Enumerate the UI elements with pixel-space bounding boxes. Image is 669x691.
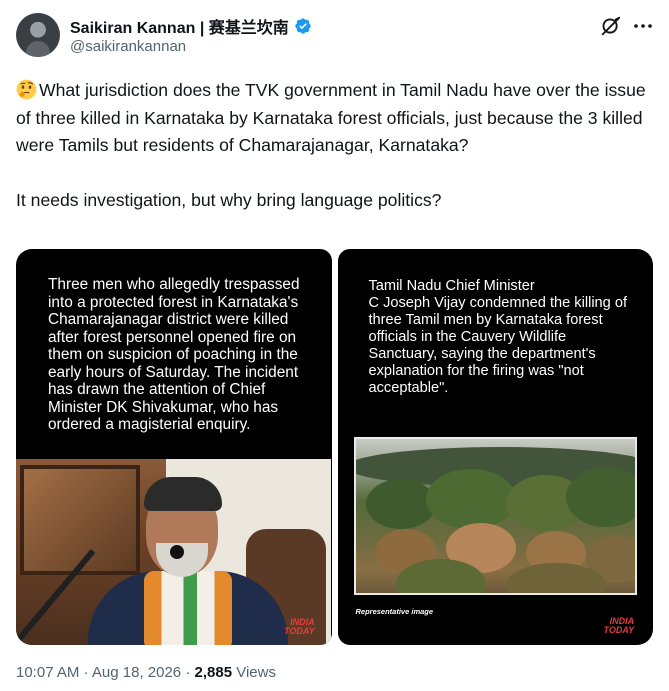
thinking-face-emoji [16,79,37,100]
media-right-text: Tamil Nadu Chief Minister C Joseph Vijay… [369,278,631,397]
meta-separator: · [181,664,195,681]
grok-icon[interactable] [600,15,622,37]
media-image-right[interactable]: Tamil Nadu Chief Minister C Joseph Vijay… [337,249,653,645]
tweet-time[interactable]: 10:07 AM [16,664,79,681]
media-right-text-line-1: Tamil Nadu Chief Minister [368,278,535,294]
more-options-icon[interactable] [631,14,655,38]
tweet-meta: 10:07 AM · Aug 18, 2026 · 2,885 Views [16,664,276,681]
author-handle[interactable]: @saikirankannan [70,38,186,55]
media-right-text-rest: C Joseph Vijay condemned the killing of … [368,295,628,396]
india-today-logo: INDIA TODAY [284,618,315,636]
representative-image-caption: Representative image [355,607,434,616]
india-today-logo: INDIA TODAY [604,617,635,635]
author-name-row: Saikiran Kannan | 赛基兰坎南 [70,14,312,38]
meta-separator: · [79,664,92,681]
logo-line-2: TODAY [284,626,315,636]
views-label: Views [232,664,276,681]
avatar[interactable] [16,13,60,57]
tweet-date[interactable]: Aug 18, 2026 [92,664,181,681]
forest-photo [353,437,637,595]
views-count: 2,885 [194,664,233,681]
verified-badge-icon [295,18,311,34]
media-grid: Three men who allegedly trespassed into … [16,249,653,645]
media-left-text: Three men who allegedly trespassed into … [48,276,300,433]
tweet-text: What jurisdiction does the TVK governmen… [16,77,652,214]
tweet-paragraph-1-text: What jurisdiction does the TVK governmen… [16,80,646,155]
tweet-paragraph-2: It needs investigation, but why bring la… [16,189,442,210]
media-image-left[interactable]: Three men who allegedly trespassed into … [16,249,332,645]
author-display-name[interactable]: Saikiran Kannan | 赛基兰坎南 [70,14,289,38]
logo-line-2: TODAY [603,625,635,635]
tweet-paragraph-1: What jurisdiction does the TVK governmen… [16,77,652,160]
